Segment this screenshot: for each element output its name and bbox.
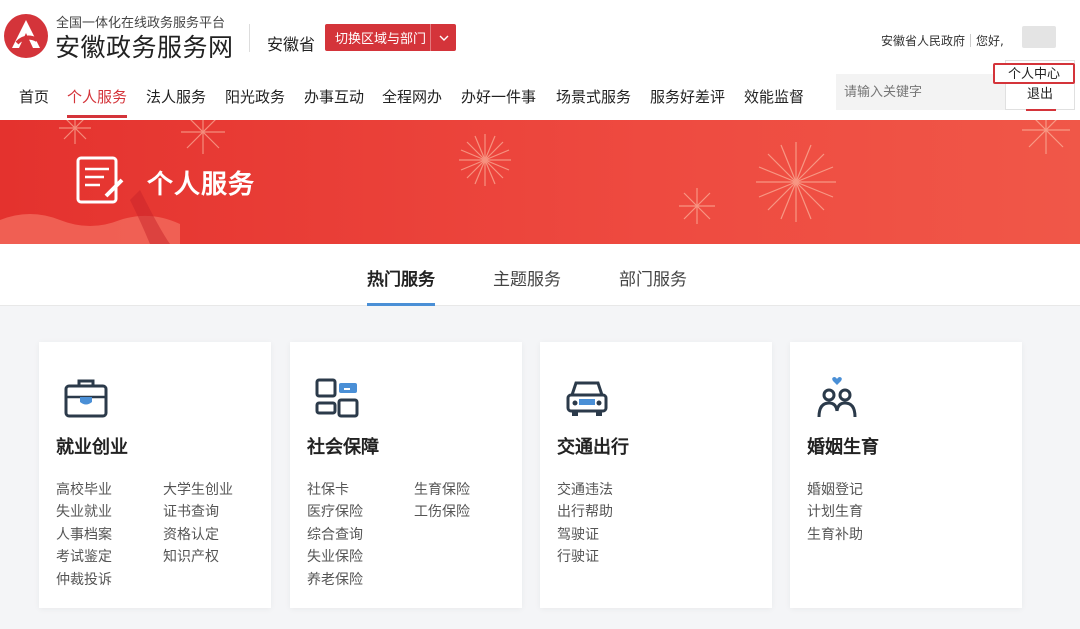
card-title: 婚姻生育: [807, 437, 879, 458]
page-title: 个人服务: [147, 170, 256, 200]
service-link[interactable]: 医疗保险: [307, 501, 363, 521]
service-link[interactable]: 资格认定: [163, 524, 219, 544]
service-link[interactable]: 失业保险: [307, 546, 363, 566]
tab-hot-services[interactable]: 热门服务: [367, 265, 435, 306]
gov-link[interactable]: 安徽省人民政府: [881, 32, 965, 49]
site-header: 全国一体化在线政务服务平台 安徽政务服务网 安徽省 切换区域与部门 安徽省人民政…: [0, 0, 1080, 120]
province-label: 安徽省: [267, 35, 316, 54]
switch-region-label: 切换区域与部门: [335, 32, 427, 47]
user-greeting: 安徽省人民政府 您好,: [881, 32, 1004, 49]
car-icon: [566, 381, 608, 416]
family-icon: [817, 377, 857, 418]
service-link[interactable]: 生育补助: [807, 524, 863, 544]
service-link[interactable]: 失业就业: [56, 501, 112, 521]
nav-item-supervision[interactable]: 效能监督: [744, 85, 804, 118]
service-link[interactable]: 人事档案: [56, 524, 112, 544]
briefcase-icon: [64, 379, 108, 418]
brand-title[interactable]: 安徽政务服务网: [55, 28, 234, 64]
site-logo-icon[interactable]: [2, 12, 50, 60]
service-link[interactable]: 证书查询: [163, 501, 219, 521]
service-link[interactable]: 养老保险: [307, 569, 363, 589]
service-link[interactable]: 计划生育: [807, 501, 863, 521]
nav-item-scenario[interactable]: 场景式服务: [556, 85, 631, 118]
service-link[interactable]: 驾驶证: [557, 524, 599, 544]
social-security-icon: [315, 378, 359, 418]
nav-item-interaction[interactable]: 办事互动: [304, 85, 364, 118]
service-card-marriage: 婚姻生育 婚姻登记 计划生育 生育补助: [790, 342, 1022, 608]
card-title: 就业创业: [56, 437, 128, 458]
service-card-social-security: 社会保障 社保卡 生育保险 医疗保险 工伤保险 综合查询 失业保险 养老保险: [290, 342, 522, 608]
service-link[interactable]: 社保卡: [307, 479, 349, 499]
service-link[interactable]: 综合查询: [307, 524, 363, 544]
service-card-employment: 就业创业 高校毕业 大学生创业 失业就业 证书查询 人事档案 资格认定 考试鉴定…: [39, 342, 271, 608]
service-link[interactable]: 仲裁投诉: [56, 569, 112, 589]
card-title: 交通出行: [557, 437, 629, 458]
greeting-text: 您好,: [976, 34, 1004, 48]
service-link[interactable]: 知识产权: [163, 546, 219, 566]
document-icon: [76, 156, 124, 204]
personal-center-link[interactable]: 个人中心: [993, 63, 1075, 84]
greeting-divider: [970, 34, 972, 47]
nav-item-personal[interactable]: 个人服务: [67, 85, 128, 118]
chevron-down-icon: [430, 24, 456, 51]
logout-link[interactable]: 退出: [1006, 85, 1074, 109]
service-link[interactable]: 交通违法: [557, 479, 613, 499]
service-tabs: 热门服务 主题服务 部门服务: [0, 244, 1080, 306]
service-card-transport: 交通出行 交通违法 出行帮助 驾驶证 行驶证: [540, 342, 772, 608]
service-link[interactable]: 大学生创业: [163, 479, 233, 499]
nav-item-one-thing[interactable]: 办好一件事: [461, 85, 536, 118]
service-link[interactable]: 出行帮助: [557, 501, 613, 521]
nav-item-sunshine[interactable]: 阳光政务: [225, 85, 285, 118]
username-avatar[interactable]: [1022, 26, 1056, 48]
service-link[interactable]: 考试鉴定: [56, 546, 112, 566]
search-input[interactable]: [836, 74, 1016, 110]
service-link[interactable]: 工伤保险: [414, 501, 470, 521]
service-link[interactable]: 生育保险: [414, 479, 470, 499]
switch-region-button[interactable]: 切换区域与部门: [325, 24, 456, 51]
nav-item-corporate[interactable]: 法人服务: [146, 85, 206, 118]
nav-item-evaluation[interactable]: 服务好差评: [650, 85, 725, 118]
tab-theme-services[interactable]: 主题服务: [493, 265, 561, 306]
user-menu: 个人中心 退出: [993, 60, 1075, 110]
nav-item-online[interactable]: 全程网办: [382, 85, 442, 118]
tab-department-services[interactable]: 部门服务: [619, 265, 687, 306]
service-link[interactable]: 婚姻登记: [807, 479, 863, 499]
logout-underline: [1026, 109, 1056, 111]
service-link[interactable]: 高校毕业: [56, 479, 112, 499]
page-banner: 个人服务: [0, 120, 1080, 244]
service-link[interactable]: 行驶证: [557, 546, 599, 566]
nav-item-home[interactable]: 首页: [19, 85, 49, 118]
header-divider: [249, 24, 250, 52]
card-title: 社会保障: [307, 437, 379, 458]
